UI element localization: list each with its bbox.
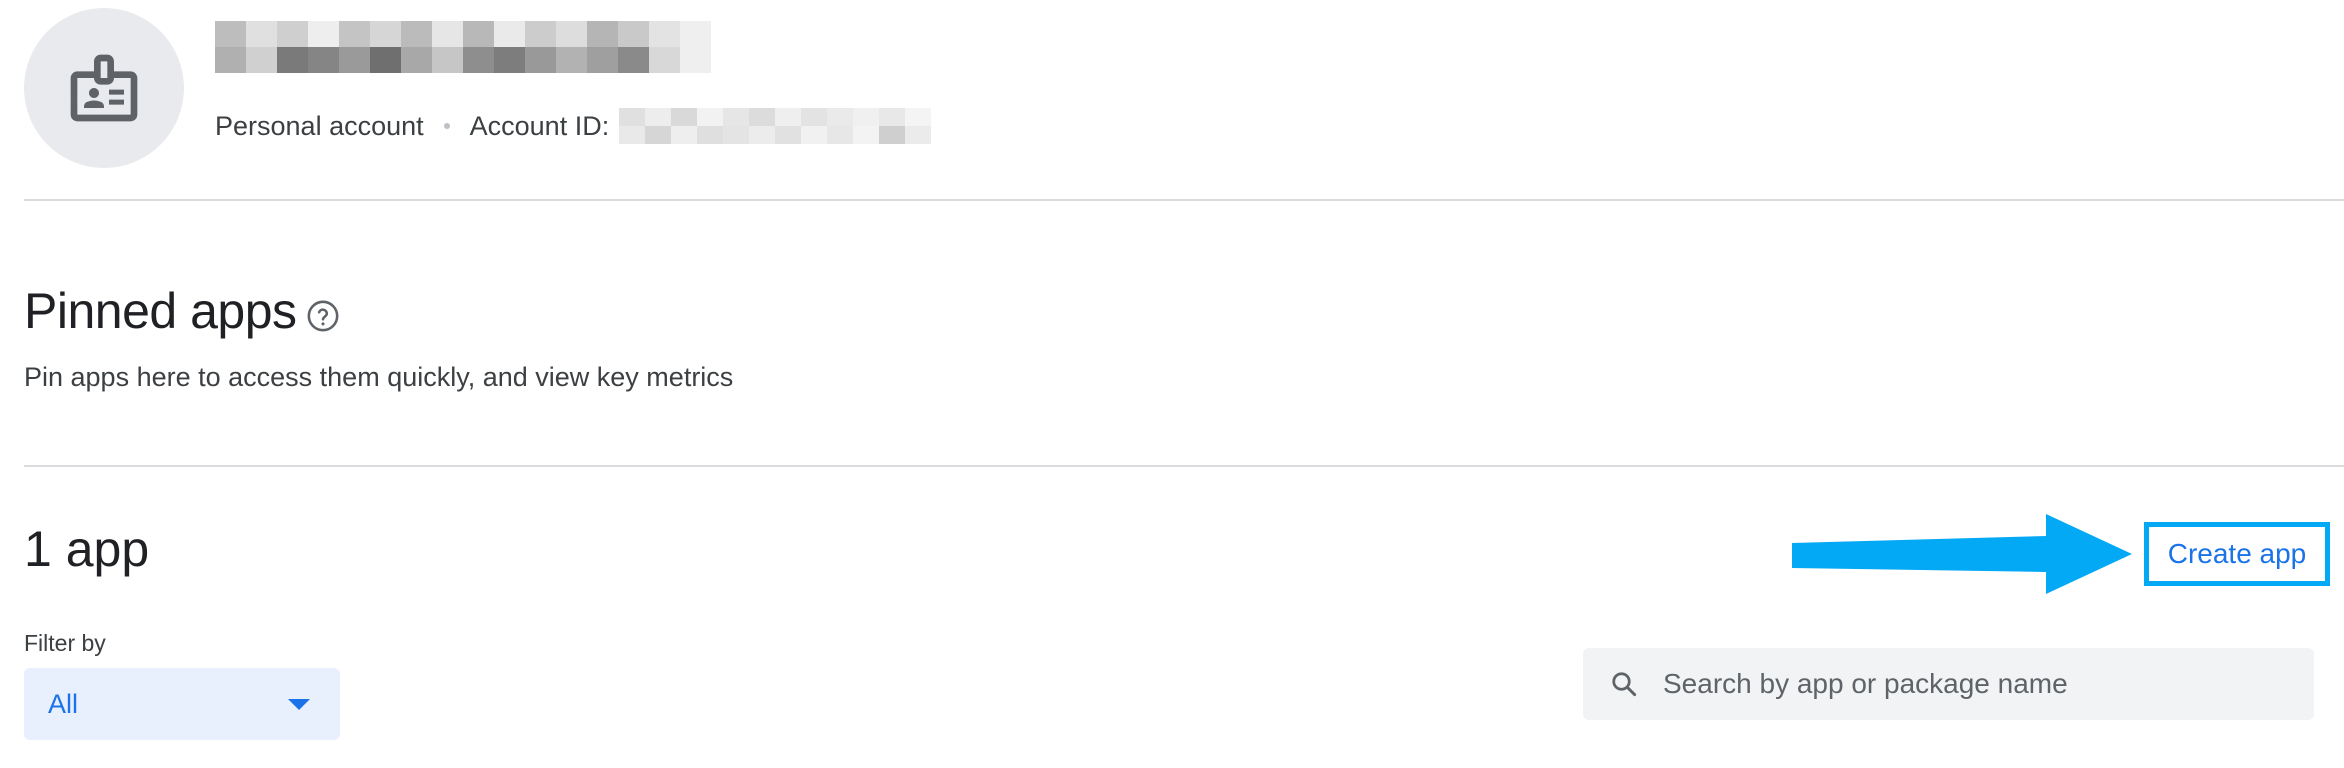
- account-avatar: [24, 8, 184, 168]
- badge-icon: [70, 54, 138, 122]
- account-name-redacted: [215, 21, 711, 73]
- create-app-button[interactable]: Create app: [2144, 522, 2330, 586]
- filter-label: Filter by: [24, 630, 106, 656]
- pinned-apps-description: Pin apps here to access them quickly, an…: [24, 362, 734, 392]
- account-id-label: Account ID:: [469, 110, 610, 141]
- search-input[interactable]: [1661, 667, 2305, 701]
- search-box[interactable]: [1583, 648, 2314, 720]
- separator-dot: [443, 123, 450, 129]
- filter-selected-value: All: [48, 688, 79, 719]
- app-count-heading: 1 app: [24, 521, 150, 577]
- help-circle-icon[interactable]: [306, 299, 340, 333]
- filter-dropdown[interactable]: All: [24, 668, 340, 740]
- account-type: Personal account: [215, 110, 424, 141]
- divider: [24, 199, 2344, 201]
- account-id-redacted: [619, 108, 932, 144]
- caret-down-icon: [288, 698, 310, 710]
- pinned-apps-title: Pinned apps: [24, 283, 297, 339]
- arrow-right-icon: [1792, 514, 2132, 594]
- search-icon: [1612, 672, 1637, 697]
- account-meta: Personal account Account ID:: [215, 104, 932, 148]
- divider: [24, 465, 2344, 467]
